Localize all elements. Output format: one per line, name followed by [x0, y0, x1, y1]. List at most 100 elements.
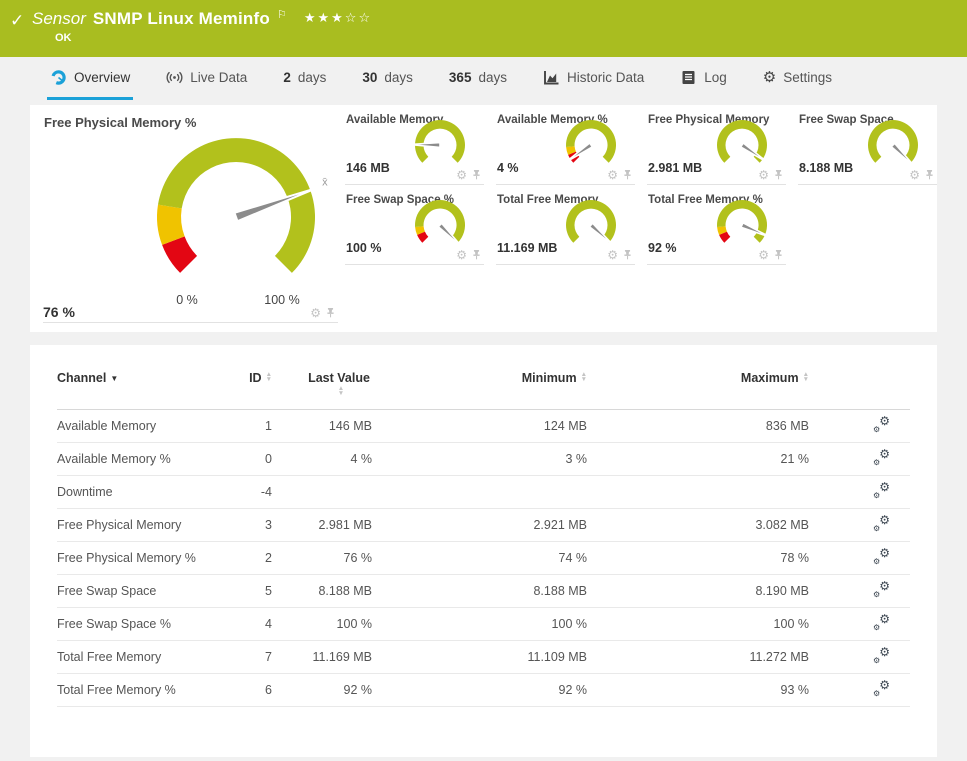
gauge-value: 76 % — [43, 304, 75, 320]
gear-icon[interactable]: ⚙ — [310, 307, 321, 319]
channel-maximum: 3.082 MB — [587, 508, 809, 542]
gear-icon[interactable]: ⚙ — [456, 249, 467, 261]
gear-icon[interactable]: ⚙ — [909, 169, 920, 181]
channel-settings-gears-icon[interactable]: ⚙ ⚙ — [873, 414, 890, 434]
channel-maximum: 21 % — [587, 442, 809, 476]
channel-settings-gears-icon[interactable]: ⚙ ⚙ — [873, 480, 890, 500]
tab-overview[interactable]: Overview — [47, 57, 134, 100]
table-header-row: Channel ▼ ID ▲ ▼ Last Value ▲ ▼ Minimum ▲ ▼ Max… — [57, 371, 910, 410]
pin-icon[interactable] — [773, 169, 784, 181]
tab-label: Log — [704, 69, 727, 85]
sort-icon: ▲ ▼ — [337, 384, 345, 397]
gauge-cell-available-memory: Available Memory 146 MB ⚙ — [345, 105, 484, 185]
channel-settings-gears-icon[interactable]: ⚙ ⚙ — [873, 645, 890, 665]
channel-settings-cell: ⚙ ⚙ — [809, 409, 910, 443]
gauge-cell-free-swap-space: Free Swap Space % 100 % ⚙ — [345, 185, 484, 265]
tab-365-days[interactable]: 365 days — [446, 57, 510, 100]
flag-icon[interactable]: ⚐ — [277, 8, 287, 21]
channels-panel: Channel ▼ ID ▲ ▼ Last Value ▲ ▼ Minimum ▲ ▼ Max… — [30, 345, 937, 757]
tab-settings[interactable]: ⚙ Settings — [760, 57, 835, 100]
channel-settings-gears-icon[interactable]: ⚙ ⚙ — [873, 546, 890, 566]
tab-label: days — [384, 69, 413, 85]
gauge-value: 2.981 MB — [648, 161, 703, 175]
gear-icon: ⚙ — [873, 656, 881, 665]
channel-id: 3 — [222, 508, 272, 542]
tab-label-number: 365 — [448, 69, 472, 85]
table-row-total-free-memory: Total Free Memory 7 11.169 MB 11.109 MB 11.2… — [57, 640, 910, 674]
column-header-id[interactable]: ID ▲ ▼ — [222, 371, 272, 410]
gauge-icon — [51, 69, 66, 85]
channel-last-value — [272, 475, 372, 509]
column-header-maximum[interactable]: Maximum ▲ ▼ — [587, 371, 809, 410]
pin-icon[interactable] — [471, 249, 482, 261]
table-row-downtime: Downtime -4 ⚙ ⚙ — [57, 475, 910, 509]
channel-settings-gears-icon[interactable]: ⚙ ⚙ — [873, 678, 890, 698]
tab-log[interactable]: Log — [677, 57, 730, 100]
gear-icon[interactable]: ⚙ — [758, 249, 769, 261]
pin-icon[interactable] — [622, 169, 633, 181]
gauge-value: 100 % — [346, 241, 382, 255]
channel-last-value: 92 % — [272, 673, 372, 707]
tab-label: days — [297, 69, 327, 85]
column-header-minimum[interactable]: Minimum ▲ ▼ — [372, 371, 587, 410]
channel-minimum: 92 % — [372, 673, 587, 707]
pin-icon[interactable] — [924, 169, 935, 181]
gear-icon[interactable]: ⚙ — [456, 169, 467, 181]
column-header-channel[interactable]: Channel ▼ — [57, 371, 222, 410]
channel-id: 7 — [222, 640, 272, 674]
channel-last-value: 2.981 MB — [272, 508, 372, 542]
gauge-cell-icons: ⚙ — [456, 169, 482, 181]
gauge-cell-icons: ⚙ — [607, 249, 633, 261]
stars-filled[interactable]: ★★★ — [304, 11, 345, 26]
gear-icon: ⚙ — [873, 689, 881, 698]
channel-last-value: 11.169 MB — [272, 640, 372, 674]
channel-minimum: 100 % — [372, 607, 587, 641]
gauge-zone-green — [415, 120, 465, 163]
channel-settings-cell: ⚙ ⚙ — [809, 640, 910, 674]
stars-empty[interactable]: ☆☆ — [345, 11, 372, 26]
channel-minimum: 2.921 MB — [372, 508, 587, 542]
tab-historic-data[interactable]: Historic Data — [540, 57, 647, 100]
tab-label-number: 30 — [362, 69, 378, 85]
channel-settings-cell: ⚙ ⚙ — [809, 607, 910, 641]
gauge-cell-main: Free Physical Memory % 0 % 100 % x̄ 76 % ⚙ — [30, 105, 342, 332]
gear-icon: ⚙ — [873, 425, 881, 434]
priority-stars[interactable]: ★★★☆☆ — [304, 11, 372, 26]
pin-icon[interactable] — [622, 249, 633, 261]
channel-settings-gears-icon[interactable]: ⚙ ⚙ — [873, 513, 890, 533]
gauge-value: 11.169 MB — [497, 241, 558, 255]
tab-2-days[interactable]: 2 days — [280, 57, 329, 100]
channel-last-value: 100 % — [272, 607, 372, 641]
pin-icon[interactable] — [325, 307, 336, 319]
channel-settings-gears-icon[interactable]: ⚙ ⚙ — [873, 612, 890, 632]
column-header-label: Channel — [57, 371, 107, 385]
gauge-zone-green — [868, 120, 918, 163]
channel-settings-cell: ⚙ ⚙ — [809, 541, 910, 575]
gear-icon[interactable]: ⚙ — [607, 249, 618, 261]
gear-icon[interactable]: ⚙ — [758, 169, 769, 181]
gauge-chart — [717, 200, 771, 243]
sort-icon: ▲ ▼ — [265, 370, 272, 383]
gear-icon: ⚙ — [879, 546, 890, 560]
channel-last-value: 146 MB — [272, 409, 372, 443]
channel-id: 2 — [222, 541, 272, 575]
tab-live-data[interactable]: Live Data — [163, 57, 250, 100]
channel-maximum: 11.272 MB — [587, 640, 809, 674]
pin-icon[interactable] — [773, 249, 784, 261]
tab-label-number: 2 — [283, 69, 291, 85]
pin-icon[interactable] — [471, 169, 482, 181]
gauge-cell-available-memory: Available Memory % 4 % ⚙ — [496, 105, 635, 185]
channel-maximum: 100 % — [587, 607, 809, 641]
channel-name: Free Physical Memory — [57, 508, 222, 542]
column-header-last-value[interactable]: Last Value ▲ ▼ — [272, 371, 372, 410]
gauge-cell-icons: ⚙ — [607, 169, 633, 181]
channel-settings-gears-icon[interactable]: ⚙ ⚙ — [873, 447, 890, 467]
channel-settings-gears-icon[interactable]: ⚙ ⚙ — [873, 579, 890, 599]
sensor-title: SNMP Linux Meminfo — [92, 9, 270, 28]
gear-icon: ⚙ — [873, 458, 881, 467]
channel-minimum: 74 % — [372, 541, 587, 575]
sort-desc-icon: ▼ — [110, 374, 119, 383]
channel-id: 4 — [222, 607, 272, 641]
gear-icon[interactable]: ⚙ — [607, 169, 618, 181]
tab-30-days[interactable]: 30 days — [359, 57, 416, 100]
